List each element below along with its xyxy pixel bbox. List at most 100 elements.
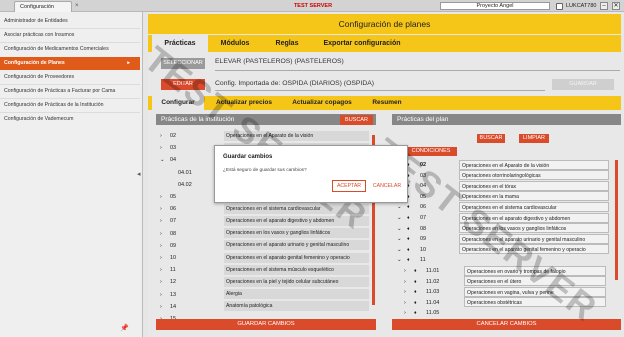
project-selector[interactable]: Proyecto Angel (440, 2, 550, 10)
left-tree-code[interactable]: 04.02 (178, 180, 192, 190)
chevron-right-icon[interactable]: › (160, 216, 162, 226)
chevron-down-icon[interactable]: ⌄ (397, 224, 402, 234)
right-scrollbar[interactable] (615, 160, 618, 280)
left-tree-code[interactable]: 11 (170, 265, 176, 275)
chevron-right-icon[interactable]: › (404, 298, 406, 308)
chevron-down-icon[interactable]: ⌄ (397, 213, 402, 223)
divider (215, 90, 545, 91)
save-changes-button[interactable]: GUARDAR CAMBIOS (156, 319, 376, 330)
left-tree-code[interactable]: 12 (170, 277, 176, 287)
minimize-button[interactable]: – (600, 2, 608, 10)
right-tree-code[interactable]: 11.02 (426, 277, 439, 287)
sidebar-item-medicamentos[interactable]: Configuración de Medicamentos Comerciale… (0, 43, 140, 56)
sidebar-item-entidades[interactable]: Administrador de Entidades (0, 15, 140, 28)
right-tree-code[interactable]: 11.03 (426, 287, 439, 297)
left-tree-code[interactable]: 10 (170, 253, 176, 263)
right-tree-code[interactable]: 11.01 (426, 266, 439, 276)
close-tab-icon[interactable]: × (75, 3, 82, 10)
pin-icon[interactable]: 📌 (120, 324, 129, 332)
right-practice-name[interactable]: Operaciones en el Aparato de la visión (459, 159, 609, 170)
chevron-right-icon[interactable]: › (160, 253, 162, 263)
condition-icon[interactable]: ♦ (414, 298, 417, 308)
sidebar-item-proveedores[interactable]: Configuración de Proveedores (0, 71, 140, 84)
chevron-right-icon[interactable]: › (160, 302, 162, 312)
chevron-down-icon[interactable]: ⌄ (397, 245, 402, 255)
subtab-resumen[interactable]: Resumen (362, 96, 412, 110)
collapse-sidebar-icon[interactable]: ◂ (137, 170, 141, 178)
tab-modulos[interactable]: Módulos (210, 35, 260, 52)
chevron-right-icon[interactable]: › (160, 131, 162, 141)
sidebar-item-practicas-institucion[interactable]: Configuración de Prácticas de la Institu… (0, 99, 140, 112)
left-practice-name[interactable]: Alergia (224, 289, 369, 300)
sidebar-item-facturar-cama[interactable]: Configuración de Prácticas a Facturar po… (0, 85, 140, 98)
sidebar-item-insumos[interactable]: Asociar prácticas con Insumos (0, 29, 140, 42)
left-tree-code[interactable]: 02 (170, 131, 176, 141)
tab-reglas[interactable]: Reglas (262, 35, 312, 52)
chevron-right-icon[interactable]: › (160, 204, 162, 214)
left-tree-code[interactable]: 05 (170, 192, 176, 202)
close-window-button[interactable]: ✕ (612, 2, 620, 10)
accept-button[interactable]: ACEPTAR (332, 180, 366, 192)
left-tree-code[interactable]: 09 (170, 241, 176, 251)
condition-icon[interactable]: ♦ (407, 245, 410, 255)
chevron-right-icon[interactable]: › (160, 241, 162, 251)
sidebar-item-vademecum[interactable]: Configuración de Vademecum (0, 113, 140, 126)
right-tree-code[interactable]: 11 (420, 255, 426, 265)
chevron-right-icon[interactable]: › (404, 277, 406, 287)
left-tree-code[interactable]: 14 (170, 302, 176, 312)
condition-icon[interactable]: ♦ (407, 224, 410, 234)
save-button[interactable]: GUARDAR (552, 79, 614, 90)
chevron-right-icon[interactable]: › (404, 308, 406, 318)
right-tree-code[interactable]: 08 (420, 224, 426, 234)
right-tree-code[interactable]: 10 (420, 245, 426, 255)
condition-icon[interactable]: ♦ (407, 234, 410, 244)
chevron-right-icon[interactable]: › (160, 290, 162, 300)
left-tree-code[interactable]: 04.01 (178, 168, 192, 178)
left-tree-code[interactable]: 03 (170, 143, 176, 153)
left-tree-code[interactable]: 04 (170, 155, 176, 165)
chevron-down-icon[interactable]: ⌄ (397, 234, 402, 244)
left-practice-name[interactable]: Operaciones en el aparato urinario y gen… (224, 240, 369, 251)
condition-icon[interactable]: ♦ (407, 213, 410, 223)
dialog-cancel-button[interactable]: CANCELAR (370, 180, 404, 192)
condition-icon[interactable]: ♦ (414, 277, 417, 287)
condition-icon[interactable]: ♦ (407, 202, 410, 212)
chevron-down-icon[interactable]: ⌄ (397, 255, 402, 265)
chevron-right-icon[interactable]: › (160, 143, 162, 153)
left-practice-name[interactable]: Operaciones en la piel y tejido celular … (224, 276, 369, 287)
clear-button[interactable]: LIMPIAR (519, 134, 549, 143)
left-practice-name[interactable]: Anatomía patológica (224, 301, 369, 312)
right-tree-code[interactable]: 11.05 (426, 308, 439, 318)
left-tree-code[interactable]: 06 (170, 204, 176, 214)
left-practice-name[interactable]: Operaciones en el sistema músculo esquel… (224, 264, 369, 275)
chevron-right-icon[interactable]: › (160, 229, 162, 239)
subtab-actualizar-copagos[interactable]: Actualizar copagos (284, 96, 360, 110)
chevron-right-icon[interactable]: › (160, 265, 162, 275)
right-tree-code[interactable]: 09 (420, 234, 426, 244)
left-tree-code[interactable]: 08 (170, 229, 176, 239)
right-tree-code[interactable]: 07 (420, 213, 426, 223)
chevron-down-icon[interactable]: ⌄ (397, 202, 402, 212)
tab-exportar[interactable]: Exportar configuración (314, 35, 410, 52)
left-tree-code[interactable]: 13 (170, 290, 176, 300)
sidebar-item-planes[interactable]: Configuración de Planes ▸ (0, 57, 140, 70)
left-tree-code[interactable]: 07 (170, 216, 176, 226)
user-name[interactable]: LUKCAT780 (566, 1, 596, 11)
chevron-right-icon[interactable]: › (160, 192, 162, 202)
left-practice-name[interactable]: Operaciones en el aparato genital femeni… (224, 252, 369, 263)
condition-icon[interactable]: ♦ (407, 255, 410, 265)
chevron-down-icon[interactable]: ⌄ (160, 155, 165, 165)
condition-icon[interactable]: ♦ (414, 308, 417, 318)
right-practice-name[interactable]: Operaciones en el tórax (459, 180, 609, 191)
chevron-right-icon[interactable]: › (160, 277, 162, 287)
window-tab[interactable]: Configuración (14, 1, 72, 12)
sidebar-item-label: Configuración de Planes (4, 60, 65, 66)
condition-icon[interactable]: ♦ (414, 266, 417, 276)
left-search-button[interactable]: BUSCAR (340, 115, 373, 125)
right-search-button[interactable]: BUSCAR (477, 134, 505, 143)
condition-icon[interactable]: ♦ (414, 287, 417, 297)
chevron-right-icon[interactable]: › (404, 266, 406, 276)
right-tree-code[interactable]: 11.04 (426, 298, 439, 308)
right-practice-name[interactable]: Operaciones otorrinolaringológicas (459, 170, 609, 181)
chevron-right-icon[interactable]: › (404, 287, 406, 297)
